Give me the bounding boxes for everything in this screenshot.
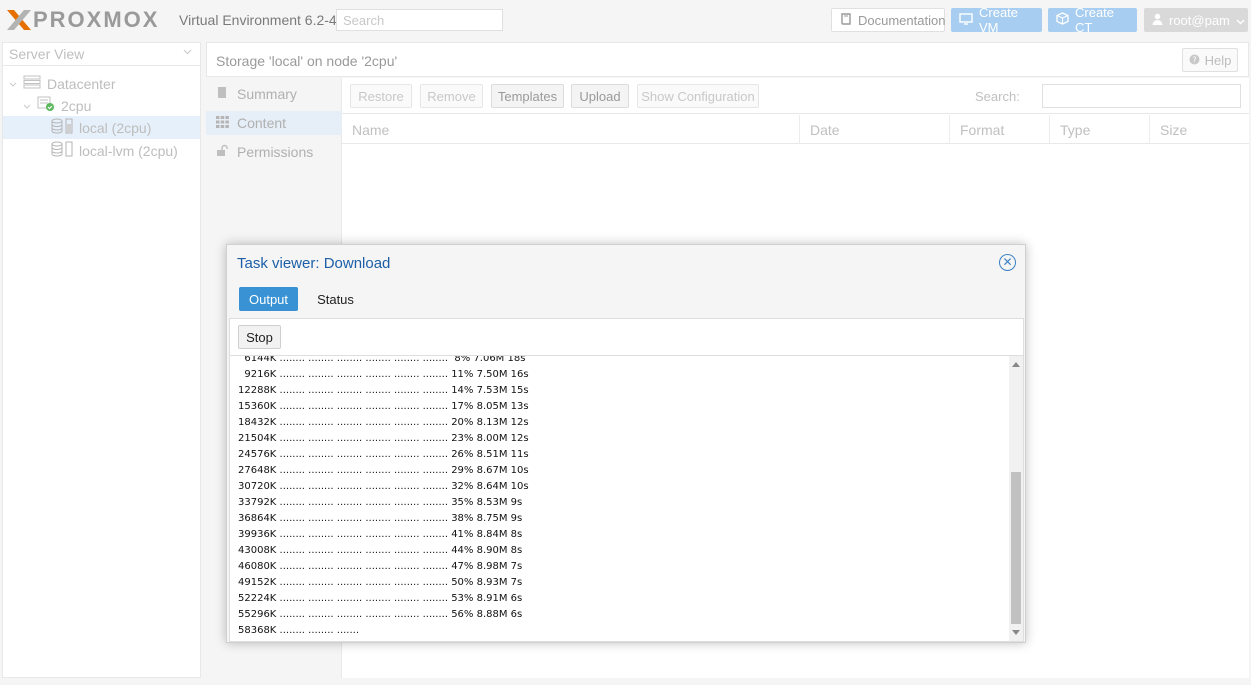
create-ct-label: Create CT [1075,5,1115,35]
resource-tree-panel: Server View Datacenter 2cpu local (2cpu) [2,42,201,678]
log-line: 12288K ........ ........ ........ ......… [238,385,529,396]
log-line: 30720K ........ ........ ........ ......… [238,481,529,492]
content-header: Storage 'local' on node '2cpu' ? Help [206,42,1249,77]
dialog-title: Task viewer: Download [237,255,391,272]
column-header-type[interactable]: Type [1050,115,1150,144]
book-icon [216,86,229,102]
svg-text:?: ? [1192,55,1196,64]
grid-icon [216,115,229,131]
nav-item-label: Permissions [237,144,314,160]
tree-item-label: local-lvm (2cpu) [79,142,178,159]
column-header-size[interactable]: Size [1150,115,1249,144]
tab-status[interactable]: Status [307,287,364,311]
log-line: 58368K ........ ........ ....... [238,625,360,636]
nav-item-content[interactable]: Content [206,111,342,135]
documentation-label: Documentation [858,12,946,28]
tree-item-datacenter[interactable]: Datacenter [3,72,200,95]
restore-button[interactable]: Restore [350,84,412,108]
log-line: 33792K ........ ........ ........ ......… [238,497,523,508]
scroll-up-icon[interactable] [1012,362,1020,367]
create-vm-label: Create VM [979,5,1019,35]
nav-item-label: Content [237,115,287,131]
version-label: Virtual Environment 6.2-4 [179,12,337,28]
log-line: 36864K ........ ........ ........ ......… [238,513,523,524]
column-header-date[interactable]: Date [800,115,950,144]
column-header-format[interactable]: Format [950,115,1050,144]
server-view-label: Server View [9,46,85,62]
log-line: 55296K ........ ........ ........ ......… [238,609,523,620]
log-line: 24576K ........ ........ ........ ......… [238,449,529,460]
tree-item-label: local (2cpu) [79,119,152,136]
log-line: 52224K ........ ........ ........ ......… [238,593,523,604]
user-icon [1152,13,1163,28]
chevron-down-icon [183,47,192,58]
logo-text: PROXMOX [33,7,160,32]
output-panel: Stop 6144K ........ ........ ........ ..… [229,318,1024,642]
log-line: 6144K ........ ........ ........ .......… [238,356,526,364]
chevron-down-icon [1236,13,1245,28]
log-scrollbar[interactable] [1009,356,1023,641]
log-line: 21504K ........ ........ ........ ......… [238,433,529,444]
log-line: 39936K ........ ........ ........ ......… [238,529,523,540]
task-log-output: 6144K ........ ........ ........ .......… [230,356,1009,641]
log-line: 46080K ........ ........ ........ ......… [238,561,523,572]
nav-item-permissions[interactable]: Permissions [206,140,342,164]
cube-icon [1056,12,1069,28]
content-grid-header: Name Date Format Type Size [342,115,1249,144]
task-viewer-dialog: Task viewer: Download ✕ Output Status St… [226,244,1026,643]
content-toolbar: Restore Remove Templates Upload Show Con… [342,78,1249,114]
log-line: 15360K ........ ........ ........ ......… [238,401,529,412]
log-line: 49152K ........ ........ ........ ......… [238,577,523,588]
tree-item-label: 2cpu [61,97,92,114]
column-header-name[interactable]: Name [342,115,800,144]
tab-output[interactable]: Output [239,287,298,311]
expand-icon [23,98,31,114]
log-line: 43008K ........ ........ ........ ......… [238,545,523,556]
log-line: 18432K ........ ........ ........ ......… [238,417,529,428]
tree-item-storage-local[interactable]: local (2cpu) [3,116,200,139]
close-icon[interactable]: ✕ [999,254,1016,271]
upload-button[interactable]: Upload [571,84,629,108]
global-search-input[interactable]: Search [336,9,503,31]
nav-item-label: Summary [237,86,297,102]
database-icon [51,141,73,160]
server-view-select[interactable]: Server View [3,43,200,66]
output-toolbar: Stop [230,319,1023,356]
scroll-down-icon[interactable] [1012,630,1020,635]
create-ct-button[interactable]: Create CT [1048,5,1137,35]
tree-item-label: Datacenter [47,75,116,92]
search-label: Search: [975,89,1020,104]
node-online-icon [37,96,55,115]
monitor-icon [959,12,973,28]
proxmox-logo[interactable]: PROXMOX [6,7,160,32]
scrollbar-thumb[interactable] [1011,472,1021,624]
nav-item-summary[interactable]: Summary [206,82,342,106]
tree-item-storage-local-lvm[interactable]: local-lvm (2cpu) [3,139,200,162]
templates-button[interactable]: Templates [491,84,564,108]
help-button[interactable]: ? Help [1182,48,1238,72]
unlock-icon [216,144,229,160]
stop-button[interactable]: Stop [238,325,281,349]
log-line: 27648K ........ ........ ........ ......… [238,465,529,476]
page-title: Storage 'local' on node '2cpu' [216,53,398,69]
help-label: Help [1204,52,1232,68]
documentation-button[interactable]: Documentation [831,8,945,32]
user-menu-button[interactable]: root@pam [1144,8,1248,32]
tree-item-node-2cpu[interactable]: 2cpu [3,94,200,117]
question-circle-icon: ? [1189,53,1200,68]
book-icon [840,12,852,28]
create-vm-button[interactable]: Create VM [951,5,1042,35]
show-configuration-button[interactable]: Show Configuration [637,84,759,108]
top-bar: PROXMOX Virtual Environment 6.2-4 Search… [0,0,1251,40]
remove-button[interactable]: Remove [420,84,483,108]
server-rack-icon [23,75,41,92]
log-line: 9216K ........ ........ ........ .......… [238,369,529,380]
content-search-input[interactable] [1042,84,1241,108]
logo-x-icon [6,8,32,32]
user-label: root@pam [1169,12,1230,28]
database-icon [51,118,73,137]
expand-icon [9,76,17,92]
